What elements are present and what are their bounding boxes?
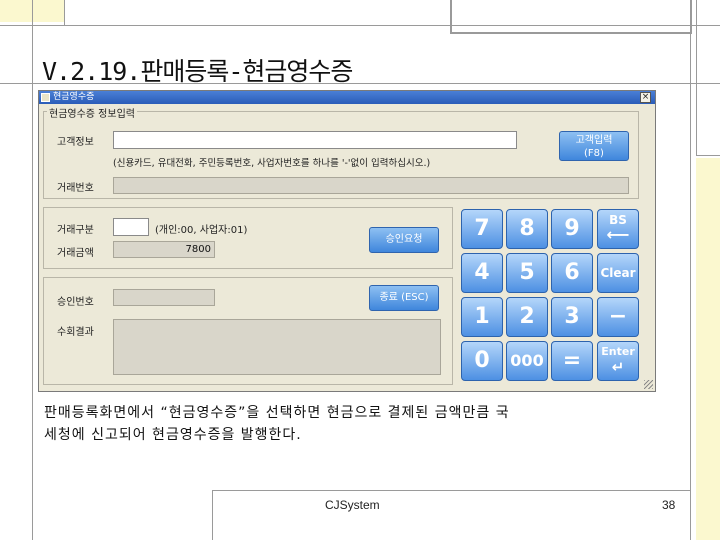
key-equals[interactable]: =	[551, 341, 593, 381]
key-9[interactable]: 9	[551, 209, 593, 249]
deco-hline-top	[0, 25, 720, 26]
deco-vline-right	[690, 0, 691, 540]
response-label: 수회결과	[57, 327, 94, 338]
transaction-no-field	[113, 177, 629, 194]
customer-info-input[interactable]	[113, 131, 517, 149]
transaction-amount-label: 거래금액	[57, 248, 94, 259]
key-3[interactable]: 3	[551, 297, 593, 337]
deco-box-top-right	[450, 0, 692, 34]
customer-input-button-shortcut: (F8)	[584, 148, 604, 159]
transaction-amount-field: 7800	[113, 241, 215, 258]
key-000[interactable]: 000	[506, 341, 548, 381]
approval-no-label: 승인번호	[57, 297, 94, 308]
window-title: 현금영수증	[53, 92, 95, 102]
transaction-no-label: 거래번호	[57, 183, 94, 194]
backspace-arrow-icon: ⟵	[606, 225, 630, 244]
approve-request-button[interactable]: 승인요청	[369, 227, 439, 253]
info-group-title: 현금영수증 정보입력	[47, 105, 137, 120]
customer-input-button-label: 고객입력	[575, 135, 613, 146]
approval-no-field	[113, 289, 215, 306]
key-backspace[interactable]: BS ⟵	[597, 209, 639, 249]
transaction-type-hint: (개인:00, 사업자:01)	[155, 225, 248, 236]
deco-vline-left2	[64, 0, 65, 26]
key-5[interactable]: 5	[506, 253, 548, 293]
deco-vline-left	[32, 0, 33, 540]
key-2[interactable]: 2	[506, 297, 548, 337]
window-titlebar: 현금영수증 ×	[39, 91, 655, 104]
key-enter-label: Enter	[601, 345, 635, 358]
body-line-2: 세청에 신고되어 현금영수증을 발행한다.	[44, 427, 302, 443]
key-6[interactable]: 6	[551, 253, 593, 293]
key-8[interactable]: 8	[506, 209, 548, 249]
key-0[interactable]: 0	[461, 341, 503, 381]
body-line-1: 판매등록화면에서 “현금영수증”을 선택하면 현금으로 결제된 금액만큼 국	[44, 405, 510, 421]
transaction-type-label: 거래구분	[57, 225, 94, 236]
key-minus[interactable]: −	[597, 297, 639, 337]
transaction-type-input[interactable]	[113, 218, 149, 236]
customer-info-label: 고객정보	[57, 137, 94, 148]
app-icon	[41, 93, 50, 102]
deco-footer-box	[212, 490, 691, 540]
customer-hint: (신용카드, 유대전화, 주민등록번호, 사업자번호를 하나를 '-'없이 입력…	[113, 158, 431, 169]
deco-yellow-right	[696, 158, 720, 540]
resize-grip-icon[interactable]	[644, 380, 653, 389]
key-clear[interactable]: Clear	[597, 253, 639, 293]
close-button[interactable]: ×	[640, 92, 651, 103]
cash-receipt-window: 현금영수증 × 현금영수증 정보입력 고객정보 고객입력 (F8) (신용카드,…	[38, 90, 656, 392]
slide-body-text: 판매등록화면에서 “현금영수증”을 선택하면 현금으로 결제된 금액만큼 국 세…	[44, 402, 664, 446]
deco-box-top-right-outer	[696, 0, 720, 156]
key-1[interactable]: 1	[461, 297, 503, 337]
key-7[interactable]: 7	[461, 209, 503, 249]
key-enter[interactable]: Enter ↵	[597, 341, 639, 381]
footer-company: CJSystem	[325, 498, 380, 512]
slide-title: V.2.19.판매등록-현금영수증	[42, 57, 353, 86]
response-field	[113, 319, 441, 375]
enter-arrow-icon: ↵	[611, 358, 625, 376]
page-number: 38	[662, 498, 676, 512]
key-4[interactable]: 4	[461, 253, 503, 293]
exit-button[interactable]: 종료 (ESC)	[369, 285, 439, 311]
customer-input-button[interactable]: 고객입력 (F8)	[559, 131, 629, 161]
